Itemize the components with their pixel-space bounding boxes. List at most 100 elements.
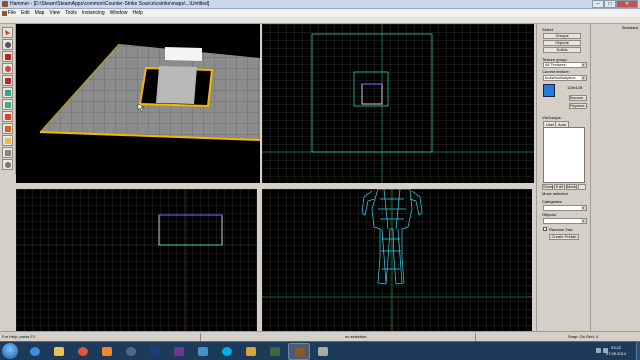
side-view-grid	[262, 189, 532, 331]
create-prefab-button[interactable]: Create Prefab	[549, 234, 579, 240]
apply-texture-tool[interactable]	[2, 99, 13, 110]
entity-icon	[5, 66, 11, 72]
taskbar-app-2[interactable]	[192, 343, 214, 360]
camera-scene	[39, 43, 260, 141]
document-icon	[2, 10, 7, 16]
media-icon	[102, 347, 112, 356]
hammer-icon	[295, 348, 305, 357]
current-texture-select[interactable]: tools/toolsskybox ▾	[543, 75, 587, 81]
texture-preview[interactable]	[543, 84, 555, 97]
chevron-down-icon: ▾	[581, 63, 586, 67]
tool-icon	[318, 347, 328, 356]
menu-tools[interactable]: Tools	[65, 10, 77, 16]
camera-viewport[interactable]	[16, 24, 260, 183]
front-viewport[interactable]	[16, 189, 257, 331]
browse-button[interactable]: Browse...	[569, 95, 587, 101]
window-title: Hammer - [D:\Steam\SteamApps\common\Coun…	[10, 1, 210, 7]
visgroups-list[interactable]	[543, 127, 585, 183]
block-icon	[5, 78, 11, 84]
decal-icon	[5, 114, 11, 120]
vertex-tool[interactable]	[2, 147, 13, 158]
chevron-down-icon: ▾	[581, 219, 586, 223]
hammer-logo-icon	[2, 1, 8, 7]
decal-tool[interactable]	[2, 111, 13, 122]
secondary-panel-header: Standard	[621, 25, 638, 30]
taskbar-explorer[interactable]	[48, 343, 70, 360]
taskbar-ie[interactable]	[24, 343, 46, 360]
skype-icon	[222, 347, 232, 356]
show-desktop-button[interactable]	[636, 342, 640, 360]
objects-select[interactable]: ▾	[543, 218, 587, 224]
taskbar-photoshop[interactable]	[144, 343, 166, 360]
overlay-tool[interactable]	[2, 123, 13, 134]
app-icon	[198, 347, 208, 356]
taskbar-folder[interactable]	[240, 343, 262, 360]
entity-tool[interactable]	[2, 63, 13, 74]
clip-icon	[5, 138, 11, 144]
taskbar-chrome[interactable]	[72, 343, 94, 360]
groups-button[interactable]: Groups	[543, 33, 581, 39]
show-button[interactable]: Show	[542, 184, 553, 190]
windows-taskbar: 03:22 07.09.2014	[0, 341, 640, 360]
clipping-tool[interactable]	[2, 135, 13, 146]
objects-label: Objects:	[542, 212, 557, 217]
top-viewport[interactable]	[262, 24, 534, 183]
taskbar-hammer[interactable]	[288, 343, 310, 360]
taskbar-player[interactable]	[264, 343, 286, 360]
menu-help[interactable]: Help	[132, 10, 142, 16]
photoshop-icon	[150, 347, 160, 356]
minimize-button[interactable]: –	[592, 0, 604, 8]
camera-icon	[5, 54, 11, 60]
block-tool[interactable]	[2, 75, 13, 86]
categories-label: Categories:	[542, 199, 563, 204]
path-icon	[5, 162, 11, 168]
visgroups-label: VisGroups:	[542, 115, 562, 120]
edit-button[interactable]: Edit	[554, 184, 565, 190]
taskbar-steam[interactable]	[120, 343, 142, 360]
white-brush-top	[165, 47, 202, 61]
texture-group-select[interactable]: All Textures ▾	[543, 62, 587, 68]
menu-map[interactable]: Map	[35, 10, 45, 16]
clock[interactable]: 03:22 07.09.2014	[606, 345, 626, 357]
camera-tool[interactable]	[2, 51, 13, 62]
menu-view[interactable]: View	[49, 10, 60, 16]
chevron-down-icon: ▾	[581, 76, 586, 80]
network-icon[interactable]	[596, 348, 601, 353]
close-button[interactable]: ✕	[616, 0, 638, 8]
selection-tool[interactable]	[2, 27, 13, 38]
taskbar-app[interactable]	[168, 343, 190, 360]
objects-button[interactable]: Objects	[543, 40, 581, 46]
magnify-icon	[5, 42, 11, 48]
menu-edit[interactable]: Edit	[21, 10, 30, 16]
categories-select[interactable]: ▾	[543, 205, 587, 211]
replace-button[interactable]: Replace...	[569, 103, 588, 109]
steam-icon	[126, 347, 136, 356]
top-view-grid	[262, 24, 534, 183]
app-icon	[174, 347, 184, 356]
solids-button[interactable]: Solids	[543, 47, 581, 53]
random-yaw-checkbox[interactable]	[543, 227, 547, 231]
start-button[interactable]	[2, 343, 18, 359]
maximize-button[interactable]: □	[604, 0, 616, 8]
taskbar-tool[interactable]	[312, 343, 334, 360]
texture-tool[interactable]	[2, 87, 13, 98]
select-label: Select	[542, 27, 554, 32]
chrome-icon	[78, 347, 88, 356]
apply-texture-icon	[5, 102, 11, 108]
browser-icon	[30, 347, 40, 356]
title-bar: Hammer - [D:\Steam\SteamApps\common\Coun…	[0, 0, 640, 9]
menu-file[interactable]: File	[2, 10, 16, 16]
side-viewport[interactable]	[262, 189, 532, 331]
top-toolbar	[0, 17, 640, 24]
taskbar-skype[interactable]	[216, 343, 238, 360]
status-selection: no selection.	[345, 334, 368, 339]
menu-window[interactable]: Window	[110, 10, 128, 16]
taskbar-media[interactable]	[96, 343, 118, 360]
extra-visgroup-button[interactable]	[578, 184, 586, 190]
front-view-grid	[16, 189, 257, 331]
path-tool[interactable]	[2, 159, 13, 170]
mark-button[interactable]: Mark	[566, 184, 577, 190]
overlay-icon	[5, 126, 11, 132]
magnify-tool[interactable]	[2, 39, 13, 50]
menu-instancing[interactable]: Instancing	[82, 10, 105, 16]
